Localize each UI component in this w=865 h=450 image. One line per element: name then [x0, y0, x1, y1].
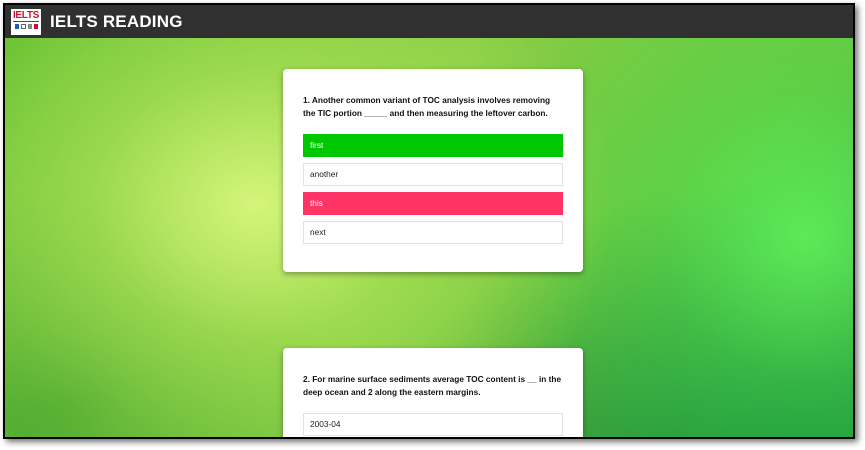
question-card-2: 2. For marine surface sediments average … — [283, 348, 583, 437]
app-title: IELTS READING — [50, 11, 183, 31]
question-text: 2. For marine surface sediments average … — [303, 374, 562, 397]
ielts-logo-icon[interactable]: IELTS — [11, 8, 41, 35]
answer-option-this[interactable]: this — [303, 192, 563, 215]
headphones-icon — [27, 23, 32, 29]
answer-option-2003-04[interactable]: 2003-04 — [303, 413, 563, 436]
scroll-indicator — [33, 437, 229, 439]
screen-icon — [20, 23, 26, 29]
answer-option-next[interactable]: next — [303, 221, 563, 244]
logo-text: IELTS — [12, 9, 40, 22]
question-text: 1. Another common variant of TOC analysi… — [303, 95, 551, 118]
app-window: IELTS IELTS READING 1. Another common va… — [3, 3, 855, 439]
answer-option-first[interactable]: first — [303, 134, 563, 157]
question-card-1: 1. Another common variant of TOC analysi… — [283, 69, 583, 272]
logo-mini-icons — [14, 23, 38, 29]
pen-icon — [33, 23, 38, 29]
answer-option-another[interactable]: another — [303, 163, 563, 186]
app-header: IELTS IELTS READING — [5, 5, 853, 38]
book-icon — [14, 23, 19, 29]
